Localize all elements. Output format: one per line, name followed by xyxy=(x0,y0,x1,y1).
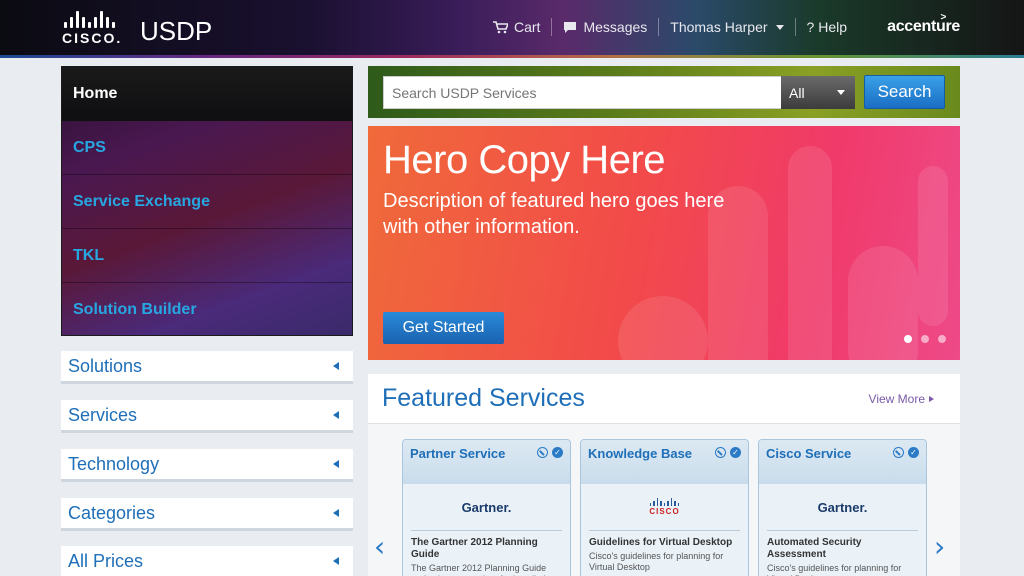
accordion-label: Services xyxy=(68,404,138,425)
chat-bubble-icon xyxy=(564,21,577,33)
search-scope-value: All xyxy=(789,84,805,101)
carousel-dot[interactable] xyxy=(904,335,912,343)
user-name: Thomas Harper xyxy=(670,19,768,35)
nav-item-label: Home xyxy=(73,84,118,102)
view-more-link[interactable]: View More xyxy=(869,392,934,406)
hero-banner: Hero Copy Here Description of featured h… xyxy=(368,126,960,360)
get-started-button[interactable]: Get Started xyxy=(383,312,504,344)
block-icon[interactable] xyxy=(893,447,904,458)
nav-item-tkl[interactable]: TKL xyxy=(62,229,352,283)
accordion-label: Categories xyxy=(68,502,156,523)
service-card[interactable]: Knowledge Base ✓ CISCO Guidelines for Vi… xyxy=(580,439,749,576)
card-header: Partner Service ✓ xyxy=(403,440,570,484)
service-card[interactable]: Cisco Service ✓ Gartner. Automated Secur… xyxy=(758,439,927,576)
search-scope-select[interactable]: All xyxy=(781,76,855,109)
featured-title: Featured Services xyxy=(382,384,585,412)
card-description: Cisco's guidelines for planning for Virt… xyxy=(589,551,724,572)
messages-link[interactable]: Messages xyxy=(552,19,658,35)
cisco-wordmark: CISCO xyxy=(649,507,680,516)
cisco-logo[interactable]: CISCO. xyxy=(62,10,126,46)
nav-item-solution-builder[interactable]: Solution Builder xyxy=(62,283,352,337)
help-link[interactable]: ? Help xyxy=(796,19,858,35)
nav-item-label: TKL xyxy=(73,246,105,264)
caret-left-icon xyxy=(333,460,339,468)
gartner-logo: Gartner. xyxy=(817,499,868,515)
primary-nav: Home CPS Service Exchange TKL Solution B… xyxy=(61,66,353,336)
accordion-categories[interactable]: Categories xyxy=(61,498,353,531)
check-icon[interactable]: ✓ xyxy=(908,447,919,458)
card-actions: ✓ xyxy=(893,447,919,458)
logo-wordmark: CISCO. xyxy=(62,30,123,46)
carousel-next-icon[interactable]: › xyxy=(934,530,945,563)
card-description: The Gartner 2012 Planning Guide ranks th… xyxy=(411,563,556,576)
caret-left-icon xyxy=(333,557,339,565)
accordion-technology[interactable]: Technology xyxy=(61,449,353,482)
service-card[interactable]: Partner Service ✓ Gartner. The Gartner 2… xyxy=(402,439,571,576)
check-icon[interactable]: ✓ xyxy=(552,447,563,458)
search-input[interactable] xyxy=(383,76,782,109)
nav-item-service-exchange[interactable]: Service Exchange xyxy=(62,175,352,229)
help-label: ? Help xyxy=(806,19,847,35)
nav-item-label: CPS xyxy=(73,138,106,156)
top-header: CISCO. USDP Cart Messages Thomas Harper … xyxy=(0,0,1024,58)
cisco-bars-icon xyxy=(649,498,680,506)
accent-mark-icon: > xyxy=(940,12,946,23)
carousel-dots xyxy=(904,335,946,343)
card-header: Cisco Service ✓ xyxy=(759,440,926,484)
carousel-dot[interactable] xyxy=(921,335,929,343)
cisco-logo: CISCO xyxy=(581,484,748,530)
nav-item-cps[interactable]: CPS xyxy=(62,121,352,175)
caret-left-icon xyxy=(333,362,339,370)
accordion-label: Solutions xyxy=(68,355,143,376)
search-bar: All Search xyxy=(368,66,960,118)
search-button[interactable]: Search xyxy=(864,75,945,109)
cart-label: Cart xyxy=(514,19,541,35)
user-menu[interactable]: Thomas Harper xyxy=(659,19,794,35)
accordion-label: All Prices xyxy=(68,550,144,571)
nav-item-label: Solution Builder xyxy=(73,301,197,318)
card-description: Cisco's guidelines for planning for Virt… xyxy=(767,563,902,576)
caret-left-icon xyxy=(333,411,339,419)
card-title: The Gartner 2012 Planning Guide xyxy=(411,537,538,560)
card-actions: ✓ xyxy=(537,447,563,458)
accenture-logo[interactable]: accenture > xyxy=(887,12,960,36)
nav-item-home[interactable]: Home xyxy=(62,67,352,121)
nav-item-label: Service Exchange xyxy=(73,192,210,210)
hero-title: Hero Copy Here xyxy=(383,138,666,182)
card-title: Guidelines for Virtual Desktop xyxy=(589,537,733,548)
accordion-all-prices[interactable]: All Prices xyxy=(61,546,353,576)
block-icon[interactable] xyxy=(715,447,726,458)
cart-link[interactable]: Cart xyxy=(482,19,551,35)
carousel-prev-icon[interactable]: ‹ xyxy=(374,530,385,563)
hero-description: Description of featured hero goes here w… xyxy=(383,190,725,238)
caret-right-icon xyxy=(929,395,934,402)
accordion-label: Technology xyxy=(68,453,160,474)
view-more-label: View More xyxy=(868,391,925,406)
hero-decoration xyxy=(618,296,708,360)
card-actions: ✓ xyxy=(715,447,741,458)
messages-label: Messages xyxy=(583,19,648,35)
card-header: Knowledge Base ✓ xyxy=(581,440,748,484)
featured-header: Featured Services View More xyxy=(368,374,960,424)
brand-wordmark: accenture xyxy=(887,18,960,35)
block-icon[interactable] xyxy=(537,447,548,458)
caret-left-icon xyxy=(333,509,339,517)
chevron-down-icon xyxy=(775,24,784,30)
cisco-bars-icon xyxy=(62,10,126,28)
top-nav: Cart Messages Thomas Harper ? Help xyxy=(482,18,858,36)
card-title: Automated Security Assessment xyxy=(767,537,862,560)
hero-decoration xyxy=(918,166,948,326)
gartner-logo: Gartner. xyxy=(461,499,512,515)
check-icon[interactable]: ✓ xyxy=(730,447,741,458)
chevron-down-icon xyxy=(837,90,845,95)
accordion-solutions[interactable]: Solutions xyxy=(61,351,353,384)
hero-decoration xyxy=(788,146,832,360)
accordion-services[interactable]: Services xyxy=(61,400,353,433)
app-title: USDP xyxy=(140,16,213,46)
cart-icon xyxy=(493,20,508,33)
carousel-dot[interactable] xyxy=(938,335,946,343)
